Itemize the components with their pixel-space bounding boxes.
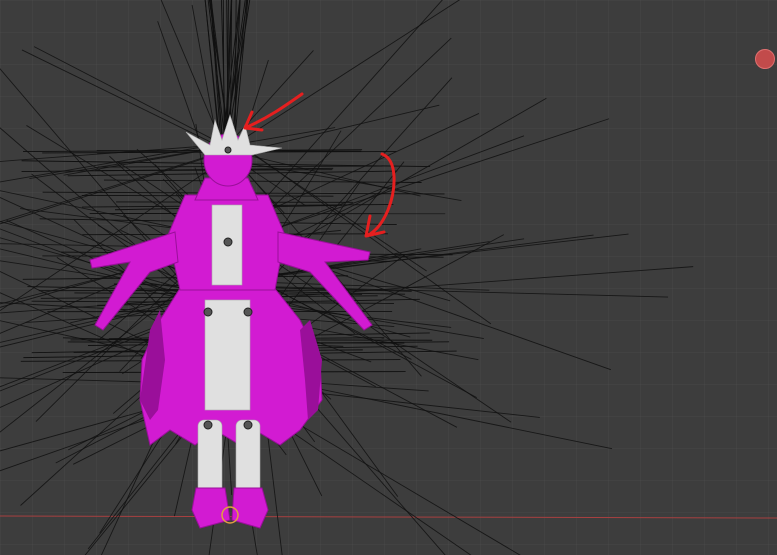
bone-line: [103, 179, 422, 183]
bone-joint: [203, 420, 213, 430]
bone-joint: [243, 420, 253, 430]
armature-bone-lines: [0, 0, 694, 555]
bone-joint: [203, 307, 213, 317]
bone-joint: [243, 307, 253, 317]
3d-viewport[interactable]: [0, 0, 777, 555]
bone-joint: [223, 237, 233, 247]
model-boot-right: [231, 487, 269, 529]
bone-line: [232, 118, 610, 244]
bone-joint: [224, 146, 232, 154]
red-arrow-icon: [243, 92, 304, 132]
bone-line: [33, 46, 220, 144]
bone-line: [21, 49, 234, 154]
model-skirt-panel: [204, 299, 251, 411]
model-boot-left: [191, 487, 231, 529]
annotation-arrow-1: [243, 92, 304, 132]
viewport-scene[interactable]: [0, 0, 777, 555]
view-axis-gizmo-icon[interactable]: [755, 49, 775, 69]
